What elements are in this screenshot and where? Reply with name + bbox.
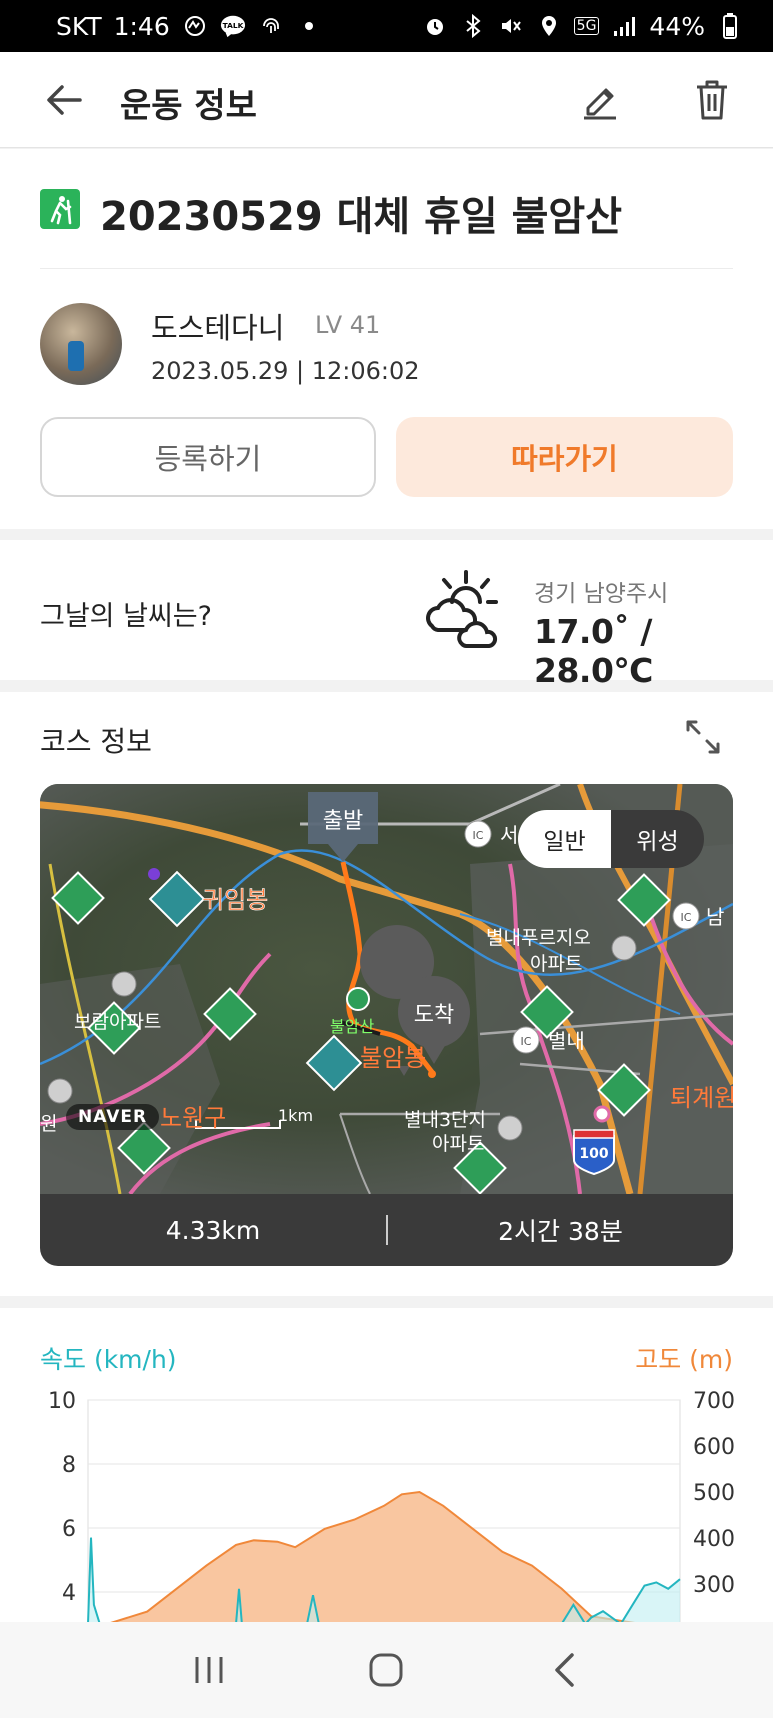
exercise-datetime: 2023.05.29 | 12:06:02 — [151, 357, 420, 385]
course-duration: 2시간 38분 — [498, 1217, 623, 1246]
map-label-seo: 서 — [500, 823, 518, 847]
speed-altitude-chart: 10 8 6 4 700 600 500 400 300 — [48, 1389, 735, 1622]
map-label-end: 도착 — [414, 1003, 454, 1028]
map-label-nowon: 노원구 — [160, 1104, 226, 1132]
map-type-toggle[interactable]: 일반 위성 — [518, 810, 704, 868]
map-scale-label: 1km — [278, 1106, 314, 1125]
fingerprint-icon — [258, 13, 284, 39]
weather-question: 그날의 날씨는? — [40, 601, 212, 632]
map-label-buram: 불암산 — [330, 1017, 374, 1036]
recent-apps-icon[interactable] — [179, 1640, 239, 1700]
page-title: 운동 정보 — [120, 86, 257, 126]
mute-icon — [498, 13, 524, 39]
map-label-apt2: 아파트 — [432, 1133, 484, 1155]
exercise-header-card: 20230529 대체 휴일 불암산 도스테다니 LV 41 2023.05.2… — [0, 149, 773, 529]
map-label-apt1: 아파트 — [530, 953, 582, 975]
weather-temperature: 17.0˚ / 28.0℃ — [534, 612, 653, 690]
map-label-byeollae: 별내 — [548, 1029, 585, 1053]
left-tick-label: 6 — [62, 1517, 76, 1542]
svg-text:TALK: TALK — [222, 21, 243, 30]
back-arrow-icon[interactable] — [44, 82, 84, 118]
network-label: 5G — [573, 17, 600, 35]
course-map[interactable]: 출발 도착 귀임봉 불암산 불암봉 노원구 별내푸르지오 아파트 별내 별내3단… — [40, 784, 733, 1194]
map-label-byeollae3: 별내3단지 — [404, 1109, 486, 1131]
weather-card: 그날의 날씨는? 경기 남양주시 17.0˚ / 28.0℃ — [0, 540, 773, 690]
course-stats-bar: 4.33km 2시간 38분 — [40, 1194, 733, 1266]
divider — [40, 268, 733, 269]
map-satellite-button[interactable]: 위성 — [611, 810, 704, 868]
left-tick-label: 8 — [62, 1453, 76, 1478]
map-label-toegye: 퇴계원 — [670, 1084, 733, 1112]
map-label-bora: 보람아파트 — [74, 1011, 161, 1033]
register-button[interactable]: 등록하기 — [40, 417, 376, 497]
right-tick-label: 500 — [693, 1481, 735, 1506]
right-tick-label: 600 — [693, 1435, 735, 1460]
naver-logo: NAVER — [66, 1104, 160, 1130]
right-tick-label: 400 — [693, 1527, 735, 1552]
exercise-title: 20230529 대체 휴일 불암산 — [100, 194, 623, 240]
battery-icon — [717, 13, 743, 39]
location-icon — [536, 13, 562, 39]
map-hwy-label: 100 — [579, 1146, 608, 1162]
map-ic-label-2: IC — [681, 911, 692, 924]
user-level: LV 41 — [315, 311, 381, 339]
clock-label: 1:46 — [113, 11, 170, 41]
map-label-start: 출발 — [323, 809, 363, 834]
back-nav-icon[interactable] — [534, 1640, 594, 1700]
user-name[interactable]: 도스테다니 — [151, 305, 284, 347]
app-bar: 운동 정보 — [0, 52, 773, 148]
left-tick-label: 4 — [62, 1581, 76, 1606]
map-label-prugio: 별내푸르지오 — [486, 927, 591, 949]
right-tick-label: 700 — [693, 1389, 735, 1414]
course-card: 코스 정보 출발 도착 귀임봉 불암산 불암봉 노원구 별내푸르지오 아파트 별… — [0, 692, 773, 1296]
left-tick-label: 10 — [48, 1389, 76, 1414]
altitude-area — [113, 1492, 629, 1622]
course-distance: 4.33km — [165, 1215, 261, 1245]
carrier-label: SKT — [56, 11, 102, 41]
partly-cloudy-icon — [420, 568, 504, 652]
talk-icon: TALK — [220, 13, 246, 39]
follow-button[interactable]: 따라가기 — [396, 417, 733, 497]
signal-icon — [611, 13, 637, 39]
avatar[interactable] — [40, 303, 122, 385]
hiking-icon — [40, 189, 80, 229]
course-title: 코스 정보 — [40, 725, 152, 758]
dot-icon — [296, 13, 322, 39]
map-label-won: 원 — [40, 1113, 57, 1135]
battery-label: 44% — [649, 11, 705, 41]
activity-icon — [182, 13, 208, 39]
bluetooth-icon — [460, 13, 486, 39]
map-normal-button[interactable]: 일반 — [518, 810, 611, 868]
map-label-gwiimbong: 귀임봉 — [202, 886, 268, 914]
map-ic-label-1: IC — [473, 829, 484, 842]
expand-icon[interactable] — [684, 718, 722, 756]
edit-pencil-icon[interactable] — [580, 80, 620, 120]
right-tick-label: 300 — [693, 1573, 735, 1598]
map-label-buram-peak: 불암봉 — [360, 1044, 426, 1072]
trash-icon[interactable] — [692, 78, 732, 122]
system-navigation-bar — [0, 1622, 773, 1718]
alarm-icon — [422, 13, 448, 39]
home-icon[interactable] — [356, 1640, 416, 1700]
weather-location: 경기 남양주시 — [534, 581, 669, 607]
status-bar: SKT 1:46 TALK 5G 44% — [0, 0, 773, 52]
map-label-nam: 남 — [706, 905, 724, 929]
map-ic-label-3: IC — [521, 1035, 532, 1048]
